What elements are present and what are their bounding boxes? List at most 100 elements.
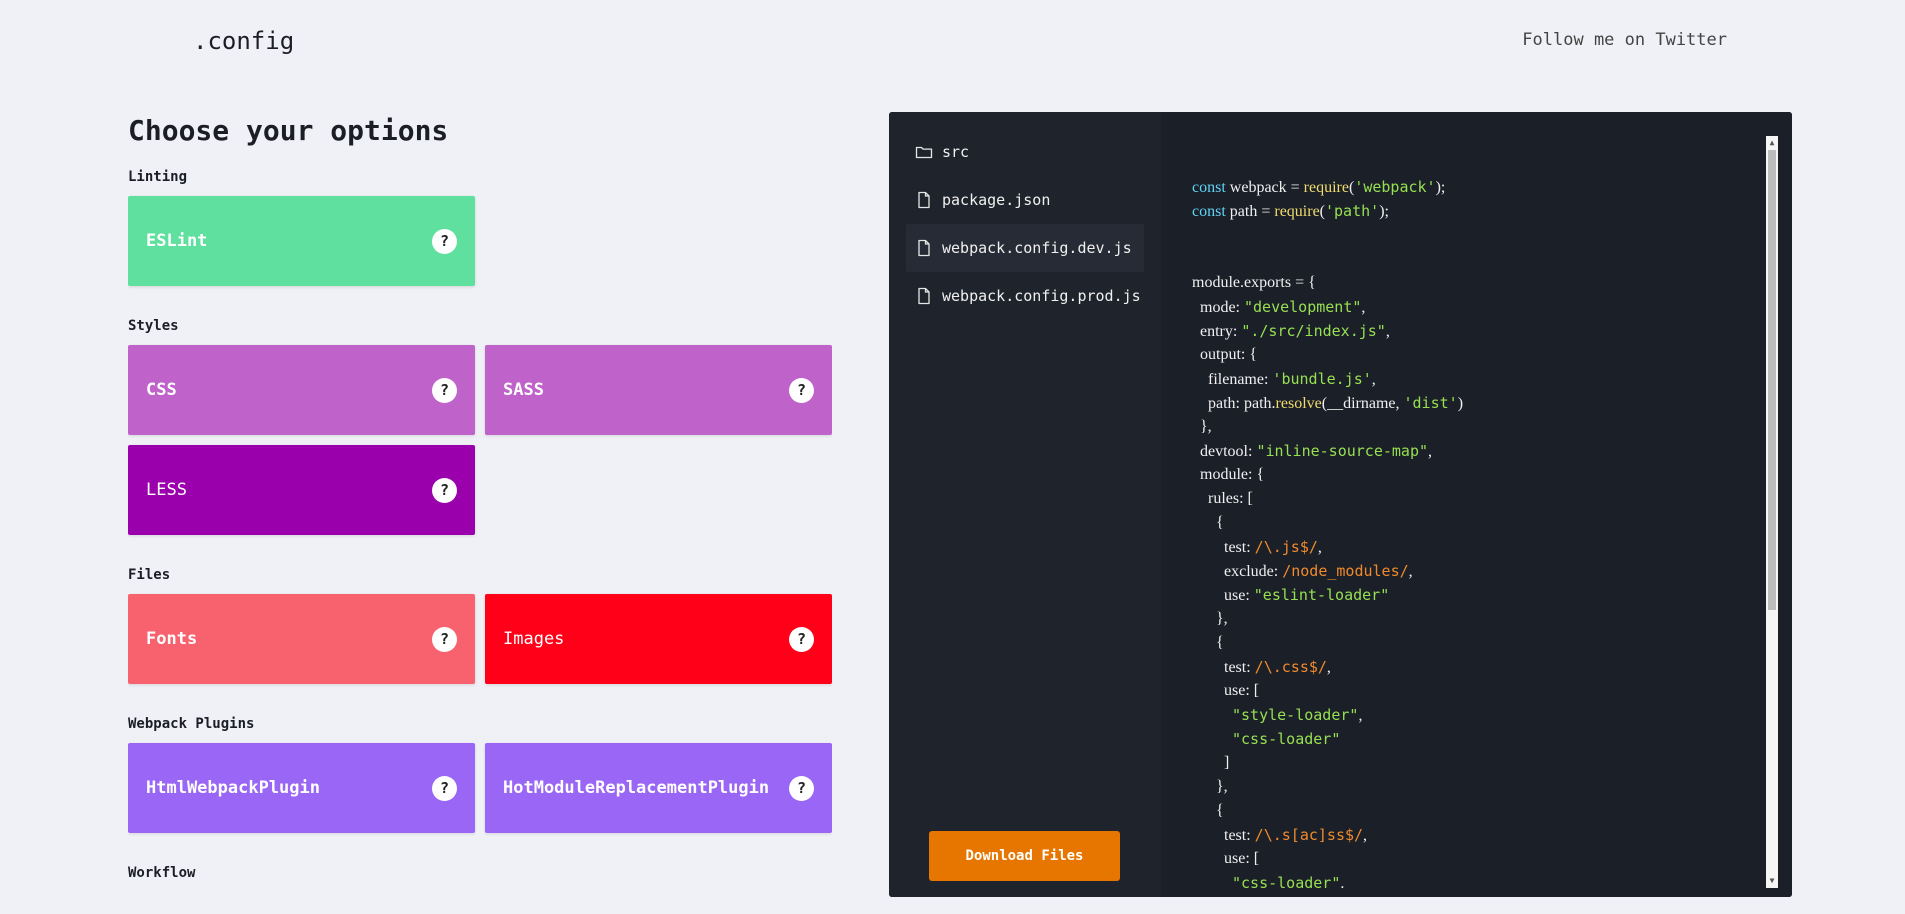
- option-row: HtmlWebpackPlugin? HotModuleReplacementPl…: [128, 743, 832, 833]
- file-name: webpack.config.prod.js: [942, 287, 1141, 305]
- file-icon: [914, 286, 934, 306]
- code-token: },: [1192, 778, 1228, 795]
- code-token: );: [1379, 203, 1389, 220]
- code-line: use: "eslint-loader": [1192, 583, 1463, 607]
- file-list: src package.json webpack.config.dev.js webp…: [889, 128, 1161, 320]
- option-card-images[interactable]: Images?: [485, 594, 832, 684]
- code-line: {: [1192, 511, 1463, 535]
- help-icon[interactable]: ?: [432, 626, 457, 652]
- code-viewer: const webpack = require('webpack'); const…: [1161, 112, 1792, 897]
- code-line: test: /\.css$/,: [1192, 655, 1463, 679]
- code-line: path: path.resolve(__dirname, 'dist'): [1192, 391, 1463, 415]
- code-line: "css-loader".: [1192, 871, 1463, 895]
- code-line: mode: "development",: [1192, 295, 1463, 319]
- code-token: },: [1192, 418, 1212, 435]
- file-name: webpack.config.dev.js: [942, 239, 1132, 257]
- code-token: /node_modules/: [1282, 562, 1409, 580]
- code-line: {: [1192, 799, 1463, 823]
- code-token: 'dist': [1403, 394, 1458, 412]
- code-token: use: [: [1192, 850, 1260, 867]
- code-token: rules: [: [1192, 490, 1253, 507]
- section-label-workflow: Workflow: [128, 865, 196, 881]
- help-icon[interactable]: ?: [789, 626, 814, 652]
- code-token: "inline-source-map": [1256, 442, 1429, 460]
- page-title: Choose your options: [128, 114, 449, 147]
- help-icon[interactable]: ?: [432, 775, 457, 801]
- code-scrollbar[interactable]: ▲ ▼: [1766, 136, 1778, 888]
- option-label: ESLint: [146, 231, 208, 251]
- download-files-button[interactable]: Download Files: [929, 831, 1120, 881]
- option-card-eslint[interactable]: ESLint?: [128, 196, 475, 286]
- code-token: 'bundle.js': [1272, 370, 1372, 388]
- option-card-fonts[interactable]: Fonts?: [128, 594, 475, 684]
- help-icon[interactable]: ?: [789, 775, 814, 801]
- code-token: webpack =: [1225, 179, 1304, 196]
- code-token: test:: [1192, 659, 1255, 676]
- code-token: path: path.: [1192, 395, 1276, 412]
- code-token: path =: [1225, 203, 1275, 220]
- help-icon[interactable]: ?: [789, 377, 814, 403]
- file-item-src[interactable]: src: [906, 128, 1144, 176]
- code-line: entry: "./src/index.js",: [1192, 319, 1463, 343]
- code-token: module: {: [1192, 466, 1265, 483]
- code-line: "style-loader",: [1192, 703, 1463, 727]
- code-token: ,: [1385, 323, 1390, 340]
- file-item-webpack-config-dev-js[interactable]: webpack.config.dev.js: [906, 224, 1144, 272]
- code-line: const path = require('path');: [1192, 199, 1463, 223]
- code-token: /\.css$/: [1254, 658, 1327, 676]
- file-item-package-json[interactable]: package.json: [906, 176, 1144, 224]
- code-token: (__dirname,: [1321, 395, 1404, 412]
- option-row: Fonts? Images?: [128, 594, 832, 684]
- code-token: require: [1303, 179, 1349, 196]
- code-token: 'webpack': [1354, 178, 1436, 196]
- option-label: CSS: [146, 380, 177, 400]
- help-icon[interactable]: ?: [432, 377, 457, 403]
- section-label-styles: Styles: [128, 318, 179, 334]
- code-token: "development": [1244, 298, 1362, 316]
- scroll-down-icon[interactable]: ▼: [1766, 876, 1778, 886]
- code-token: ]: [1192, 754, 1230, 771]
- code-line: rules: [: [1192, 487, 1463, 511]
- code-token: "eslint-loader": [1253, 586, 1390, 604]
- help-icon[interactable]: ?: [432, 477, 457, 503]
- code-line: const webpack = require('webpack');: [1192, 175, 1463, 199]
- file-icon: [914, 238, 934, 258]
- code-token: entry:: [1192, 323, 1242, 340]
- option-card-hotmodulereplacementplugin[interactable]: HotModuleReplacementPlugin?: [485, 743, 832, 833]
- scrollbar-thumb[interactable]: [1768, 150, 1776, 610]
- help-icon[interactable]: ?: [432, 228, 457, 254]
- file-item-webpack-config-prod-js[interactable]: webpack.config.prod.js: [906, 272, 1144, 320]
- code-token: {: [1192, 514, 1224, 531]
- option-label: HotModuleReplacementPlugin: [503, 778, 770, 798]
- code-line: },: [1192, 607, 1463, 631]
- code-line: use: [: [1192, 679, 1463, 703]
- code-line: module.exports = {: [1192, 271, 1463, 295]
- code-line: output: {: [1192, 343, 1463, 367]
- code-token: resolve: [1275, 395, 1322, 412]
- scroll-up-icon[interactable]: ▲: [1766, 138, 1778, 148]
- code-token: mode:: [1192, 299, 1244, 316]
- code-line: },: [1192, 775, 1463, 799]
- code-line: "css-loader": [1192, 727, 1463, 751]
- code-line: use: [: [1192, 847, 1463, 871]
- code-token: ,: [1428, 443, 1433, 460]
- option-card-sass[interactable]: SASS?: [485, 345, 832, 435]
- site-logo[interactable]: .config: [193, 27, 294, 55]
- code-token: },: [1192, 610, 1228, 627]
- option-group-webpack-plugins: Webpack Plugins HtmlWebpackPlugin? HotModu…: [128, 716, 832, 833]
- code-token: "css-loader": [1232, 874, 1341, 892]
- section-label-linting: Linting: [128, 169, 188, 185]
- code-token: module.exports = {: [1192, 274, 1316, 291]
- twitter-link[interactable]: Follow me on Twitter: [1522, 30, 1727, 50]
- code-line: ]: [1192, 751, 1463, 775]
- code-token: ,: [1371, 371, 1376, 388]
- option-group-linting: Linting ESLint?: [128, 169, 832, 286]
- code-token: const: [1192, 203, 1226, 220]
- option-card-css[interactable]: CSS?: [128, 345, 475, 435]
- option-groups: Linting ESLint? Styles CSS? SASS? LESS? Files F…: [128, 169, 832, 883]
- option-card-less[interactable]: LESS?: [128, 445, 475, 535]
- option-card-htmlwebpackplugin[interactable]: HtmlWebpackPlugin?: [128, 743, 475, 833]
